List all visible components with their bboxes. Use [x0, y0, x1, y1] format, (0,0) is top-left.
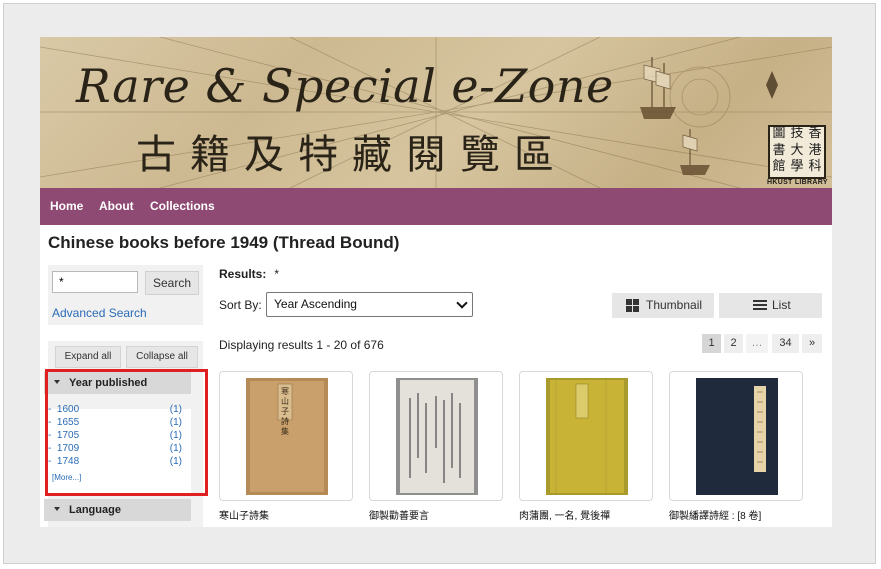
collapse-all-button[interactable]: Collapse all	[126, 346, 198, 368]
logo-char: 館	[772, 159, 786, 175]
main-nav: Home About Collections	[40, 188, 832, 225]
caret-down-icon	[54, 507, 60, 512]
logo-char: 技	[790, 126, 804, 141]
hkust-library-logo: 圖 技 香 書 大 港 館 學 科	[768, 125, 826, 179]
result-title-link[interactable]: 肉蒲團, 一名, 覺後禪	[519, 507, 610, 522]
sort-by-label: Sort By:	[219, 298, 262, 312]
results-summary: Results: *	[219, 267, 279, 281]
logo-subtitle: HKUST LIBRARY	[767, 179, 828, 186]
results-query: *	[274, 267, 280, 281]
nav-collections-link[interactable]: Collections	[150, 199, 215, 213]
sort-select-value: Year Ascending	[274, 297, 357, 311]
banner-title-zh: 古籍及特藏閱覽區	[136, 132, 568, 178]
thumbnail-view-button[interactable]: Thumbnail	[612, 293, 714, 318]
book-cover-image[interactable]	[696, 378, 778, 495]
results-label: Results:	[219, 267, 267, 281]
book-cover-image[interactable]	[396, 378, 478, 495]
book-cover-image[interactable]	[546, 378, 628, 495]
expand-all-button[interactable]: Expand all	[55, 346, 121, 368]
result-card[interactable]	[519, 371, 653, 501]
result-title-link[interactable]: 御製繙譯詩經 : [8 卷]	[669, 507, 761, 522]
list-view-label: List	[772, 298, 791, 312]
search-panel: * Search Advanced Search	[48, 265, 203, 325]
thumbnail-view-label: Thumbnail	[646, 298, 703, 312]
result-card[interactable]	[669, 371, 803, 501]
site-banner: Rare & Special e-Zone 古籍及特藏閱覽區 圖 技 香 書 大…	[40, 37, 832, 188]
banner-title-en: Rare & Special e-Zone	[76, 59, 614, 113]
list-icon	[753, 300, 767, 311]
search-input[interactable]: *	[52, 271, 138, 293]
result-card[interactable]: 寒 山 子 詩 集	[219, 371, 353, 501]
search-button[interactable]: Search	[145, 271, 199, 295]
highlight-box	[45, 369, 208, 496]
results-count: Displaying results 1 - 20 of 676	[219, 338, 384, 352]
logo-char: 大	[790, 142, 804, 158]
svg-text:詩: 詩	[281, 416, 289, 426]
logo-char: 香	[808, 126, 822, 141]
advanced-search-link[interactable]: Advanced Search	[52, 306, 147, 320]
logo-char: 學	[790, 159, 804, 175]
facet-language-label: Language	[69, 504, 121, 516]
pagination-next[interactable]: »	[802, 334, 822, 353]
logo-char: 書	[772, 142, 786, 158]
svg-text:集: 集	[281, 426, 289, 436]
pagination-page-1[interactable]: 1	[702, 334, 721, 353]
page-title: Chinese books before 1949 (Thread Bound)	[48, 233, 400, 252]
result-title-link[interactable]: 御製勸善要言	[369, 507, 429, 522]
result-title-link[interactable]: 寒山子詩集	[219, 507, 269, 522]
logo-char: 圖	[772, 126, 786, 141]
result-card[interactable]	[369, 371, 503, 501]
nav-about-link[interactable]: About	[99, 199, 134, 213]
list-view-button[interactable]: List	[719, 293, 822, 318]
chevron-down-icon	[456, 297, 468, 309]
pagination-ellipsis: …	[746, 334, 768, 353]
facet-language-header[interactable]: Language	[44, 499, 191, 521]
logo-char: 港	[808, 142, 822, 158]
book-cover-image[interactable]: 寒 山 子 詩 集	[246, 378, 328, 495]
svg-text:山: 山	[281, 396, 289, 406]
pagination-page-2[interactable]: 2	[724, 334, 743, 353]
nav-home-link[interactable]: Home	[50, 199, 83, 213]
svg-text:寒: 寒	[281, 386, 289, 396]
logo-char: 科	[808, 159, 822, 175]
sort-select[interactable]: Year Ascending	[266, 292, 473, 317]
svg-text:子: 子	[281, 407, 289, 416]
grid-icon	[626, 299, 639, 312]
pagination-page-last[interactable]: 34	[772, 334, 799, 353]
